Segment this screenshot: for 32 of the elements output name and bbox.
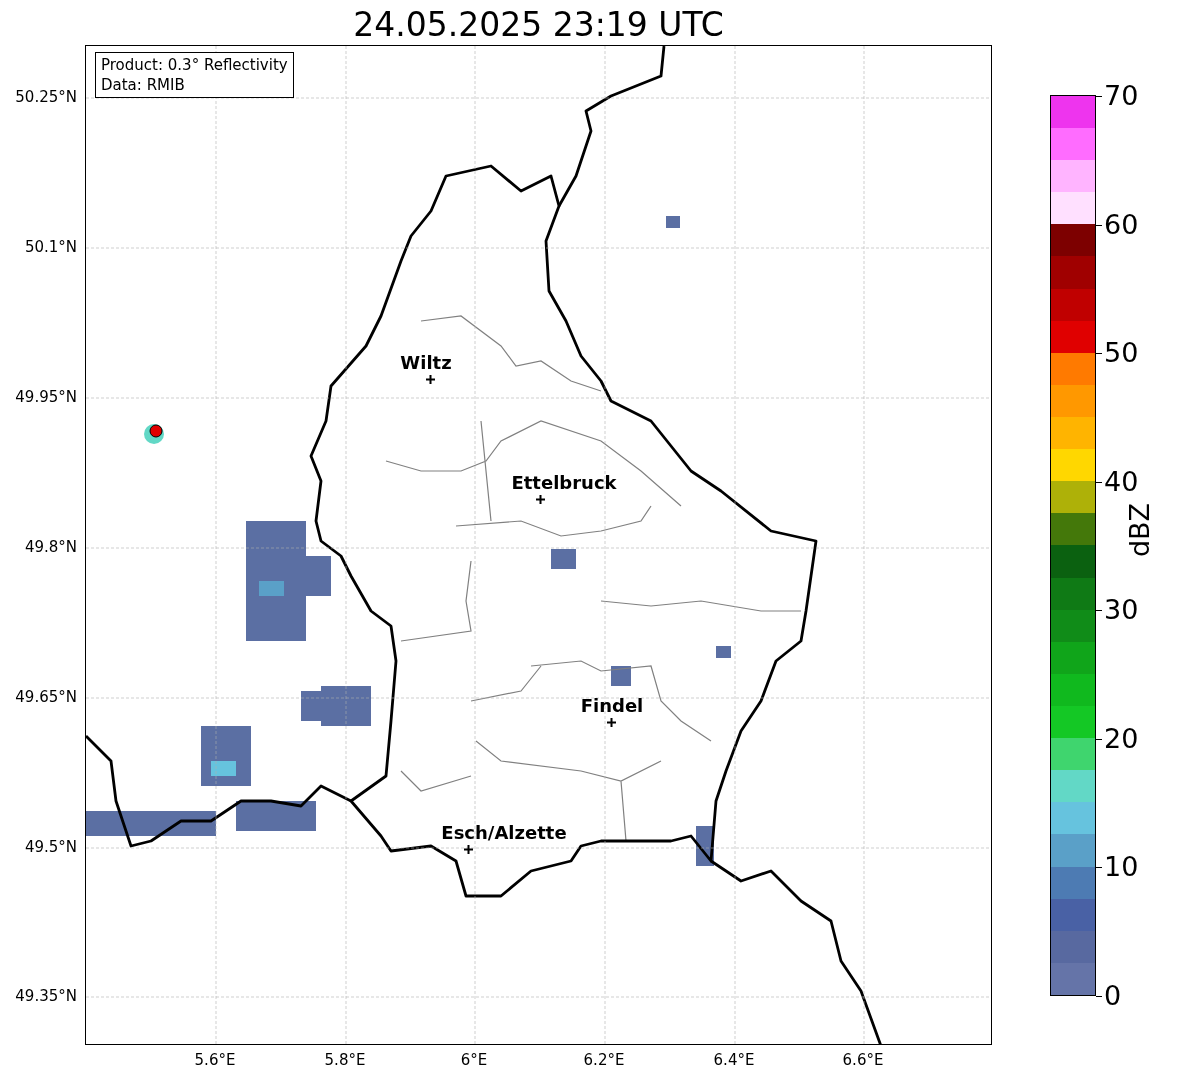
colorbar-tick-label: 40 [1104,466,1139,497]
axis-tick-label: 50.25°N [15,88,77,106]
axis-tick-label: 49.8°N [24,538,77,556]
axis-tick-label: 6.2°E [583,1051,625,1069]
axis-tick-label: 49.65°N [15,688,77,706]
axis-tick-label: 49.95°N [15,388,77,406]
axis-tick-label: 6°E [460,1051,488,1069]
location-marker-icon [463,844,473,854]
axis-tick-label: 6.6°E [842,1051,884,1069]
city-label: Findel [580,696,644,716]
colorbar-tick-label: 50 [1104,338,1139,369]
city-label: Esch/Alzette [441,823,567,843]
axis-tick-label: 6.4°E [713,1051,755,1069]
colorbar-tick-label: 70 [1104,81,1139,111]
axis-tick-label: 5.8°E [324,1051,366,1069]
location-marker-icon [606,717,616,727]
colorbar-tick-label: 60 [1104,209,1139,240]
colorbar-tick-label: 20 [1104,723,1139,754]
axis-tick-label: 5.6°E [194,1051,236,1069]
city-label: Ettelbruck [511,473,617,493]
location-marker-icon [425,374,435,384]
axis-tick-label: 49.35°N [15,987,77,1005]
colorbar-tick-label: 0 [1104,981,1122,1011]
axis-tick-label: 50.1°N [24,238,77,256]
city-label: Wiltz [400,353,452,373]
location-marker-icon [535,494,545,504]
axis-tick-label: 49.5°N [24,838,77,856]
colorbar-label: dBZ [1125,502,1155,558]
colorbar-tick-label: 10 [1104,852,1139,883]
chart-title: 24.05.2025 23:19 UTC [352,4,725,46]
info-box: Product: 0.3° Reflectivity Data: RMIB [95,52,294,98]
colorbar-tick-label: 30 [1104,595,1139,626]
